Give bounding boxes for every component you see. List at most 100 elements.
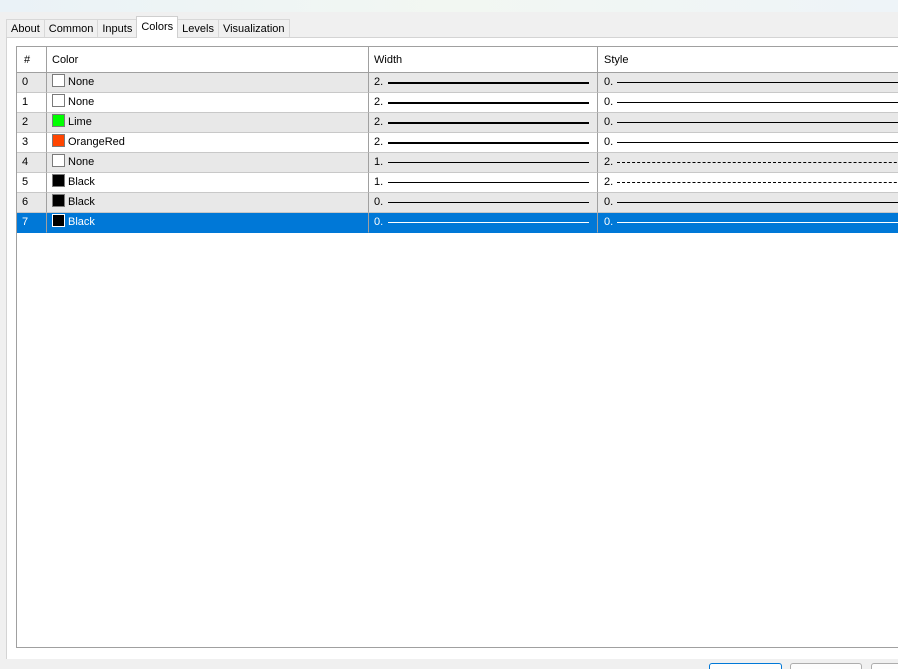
header-num[interactable]: # (17, 47, 47, 73)
row-index: 4 (17, 153, 47, 173)
color-name: None (68, 76, 95, 88)
table-row[interactable]: 2 Lime 2. 0. (17, 113, 898, 133)
row-index: 6 (17, 193, 47, 213)
width-value: 2. (374, 116, 384, 128)
width-line-preview (388, 142, 589, 144)
width-value: 0. (374, 216, 384, 228)
width-line-preview (388, 162, 589, 163)
width-line-preview (388, 182, 589, 183)
style-line-preview (617, 162, 898, 163)
color-swatch (52, 114, 65, 127)
tab-about[interactable]: About (6, 19, 45, 38)
color-name: OrangeRed (68, 136, 125, 148)
width-line-preview (388, 202, 589, 203)
width-value: 2. (374, 96, 384, 108)
cancel-button[interactable] (790, 663, 862, 669)
table-row[interactable]: 3 OrangeRed 2. 0. (17, 133, 898, 153)
header-style[interactable]: Style (598, 47, 898, 73)
tab-colors[interactable]: Colors (136, 16, 179, 38)
table-row[interactable]: 6 Black 0. 0. (17, 193, 898, 213)
color-cell[interactable]: Black (47, 173, 369, 193)
color-swatch (52, 214, 65, 227)
color-name: None (68, 96, 95, 108)
tab-visualization[interactable]: Visualization (217, 19, 290, 38)
colors-grid[interactable]: # Color Width Style 0 None 2. 0. 1 None 2. 0. 2 L… (16, 46, 898, 648)
style-cell[interactable]: 0. (598, 73, 898, 93)
style-line-preview (617, 222, 898, 223)
row-index: 1 (17, 93, 47, 113)
color-swatch (52, 74, 65, 87)
width-cell[interactable]: 0. (369, 213, 598, 233)
style-cell[interactable]: 2. (598, 173, 898, 193)
color-cell[interactable]: Lime (47, 113, 369, 133)
width-cell[interactable]: 1. (369, 173, 598, 193)
style-value: 2. (604, 156, 614, 168)
style-line-preview (617, 122, 898, 123)
table-row[interactable]: 7 Black 0. 0. (17, 213, 898, 233)
width-cell[interactable]: 2. (369, 133, 598, 153)
width-cell[interactable]: 2. (369, 113, 598, 133)
header-color[interactable]: Color (47, 47, 369, 73)
header-width[interactable]: Width (369, 47, 598, 73)
row-index: 0 (17, 73, 47, 93)
color-cell[interactable]: None (47, 73, 369, 93)
tab-inputs[interactable]: Inputs (97, 19, 138, 38)
style-line-preview (617, 82, 898, 83)
width-cell[interactable]: 2. (369, 73, 598, 93)
style-value: 0. (604, 196, 614, 208)
colors-panel: # Color Width Style 0 None 2. 0. 1 None 2. 0. 2 L… (6, 37, 898, 659)
color-cell[interactable]: Black (47, 193, 369, 213)
row-index: 7 (17, 213, 47, 233)
width-value: 1. (374, 156, 384, 168)
style-value: 0. (604, 136, 614, 148)
color-name: Black (68, 176, 95, 188)
row-index: 5 (17, 173, 47, 193)
grid-header: # Color Width Style (17, 47, 898, 73)
style-cell[interactable]: 0. (598, 193, 898, 213)
color-swatch (52, 94, 65, 107)
width-line-preview (388, 222, 589, 223)
style-cell[interactable]: 0. (598, 93, 898, 113)
title-bar-strip (0, 0, 898, 12)
style-value: 0. (604, 96, 614, 108)
style-cell[interactable]: 0. (598, 213, 898, 233)
tab-levels[interactable]: Levels (177, 19, 219, 38)
tab-bar: About Common Inputs Colors Levels Visual… (0, 16, 898, 38)
color-swatch (52, 194, 65, 207)
width-cell[interactable]: 1. (369, 153, 598, 173)
style-value: 0. (604, 216, 614, 228)
table-row[interactable]: 1 None 2. 0. (17, 93, 898, 113)
style-cell[interactable]: 0. (598, 113, 898, 133)
color-swatch (52, 154, 65, 167)
style-line-preview (617, 182, 898, 183)
style-line-preview (617, 102, 898, 103)
style-line-preview (617, 202, 898, 203)
width-line-preview (388, 102, 589, 104)
color-cell[interactable]: None (47, 153, 369, 173)
color-name: Black (68, 216, 95, 228)
row-index: 2 (17, 113, 47, 133)
color-name: Lime (68, 116, 92, 128)
style-line-preview (617, 142, 898, 143)
color-cell[interactable]: None (47, 93, 369, 113)
style-cell[interactable]: 2. (598, 153, 898, 173)
tab-common[interactable]: Common (43, 19, 99, 38)
color-name: None (68, 156, 95, 168)
width-cell[interactable]: 0. (369, 193, 598, 213)
table-row[interactable]: 5 Black 1. 2. (17, 173, 898, 193)
style-value: 0. (604, 116, 614, 128)
color-name: Black (68, 196, 95, 208)
ok-button[interactable] (709, 663, 782, 669)
table-row[interactable]: 4 None 1. 2. (17, 153, 898, 173)
width-value: 2. (374, 76, 384, 88)
color-cell[interactable]: Black (47, 213, 369, 233)
width-value: 2. (374, 136, 384, 148)
color-swatch (52, 174, 65, 187)
style-cell[interactable]: 0. (598, 133, 898, 153)
color-cell[interactable]: OrangeRed (47, 133, 369, 153)
width-cell[interactable]: 2. (369, 93, 598, 113)
color-swatch (52, 134, 65, 147)
table-row[interactable]: 0 None 2. 0. (17, 73, 898, 93)
width-line-preview (388, 82, 589, 84)
reset-button[interactable] (871, 663, 898, 669)
